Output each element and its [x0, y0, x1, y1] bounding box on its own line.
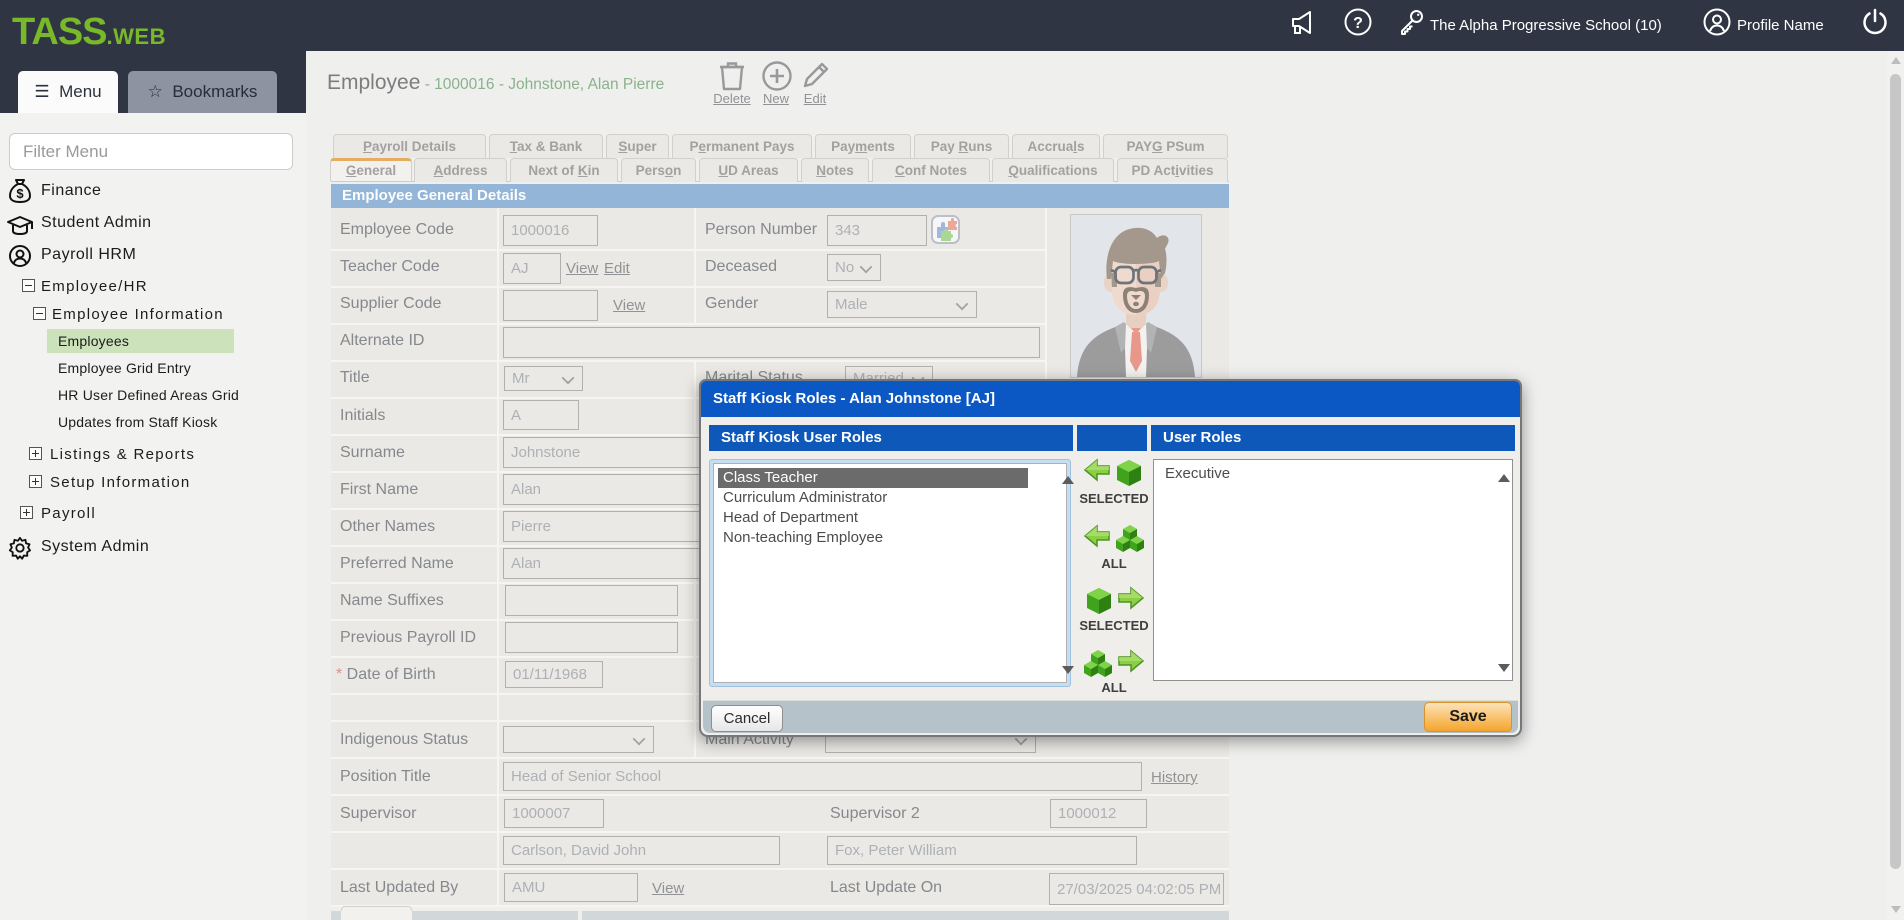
svg-text:?: ? [1353, 15, 1363, 32]
svg-text:$: $ [16, 186, 24, 201]
